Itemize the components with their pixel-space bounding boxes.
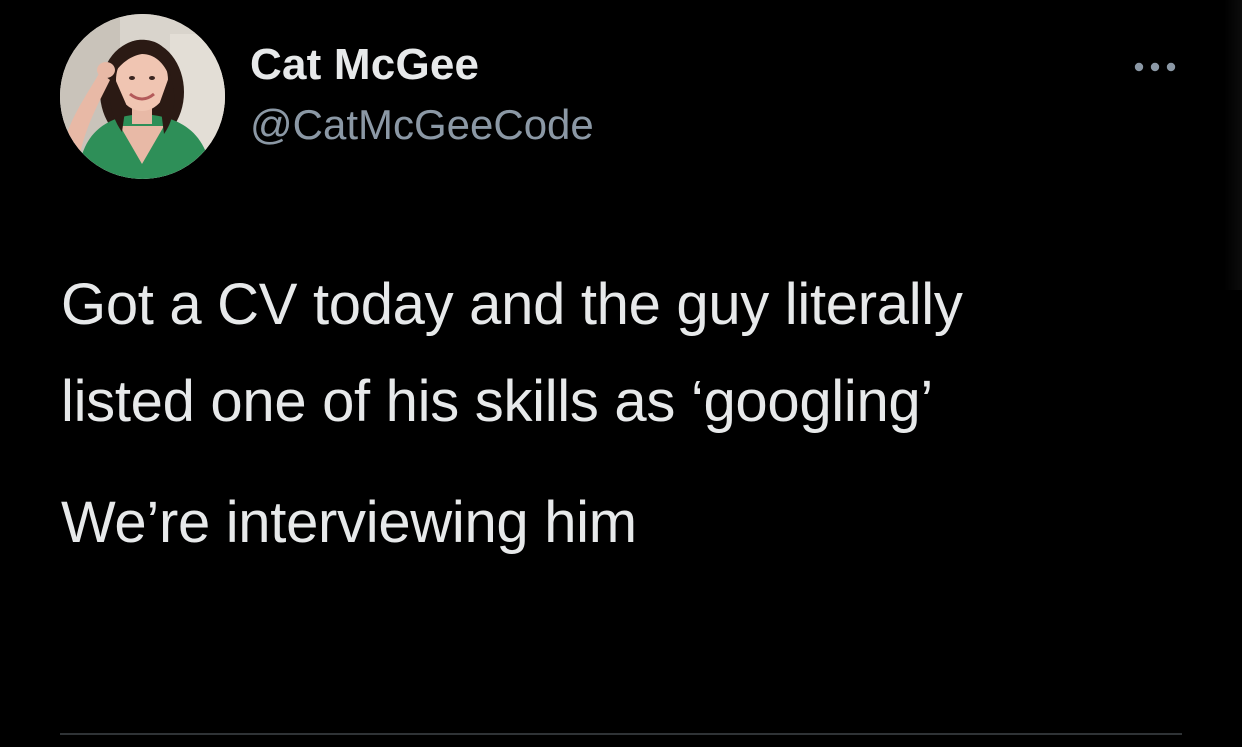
profile-photo-icon bbox=[60, 14, 225, 179]
tweet-text-line: listed one of his skills as ‘googling’ bbox=[61, 369, 933, 434]
divider bbox=[60, 733, 1182, 735]
author-display-name[interactable]: Cat McGee bbox=[250, 40, 479, 90]
avatar[interactable] bbox=[60, 14, 225, 179]
more-options-button[interactable] bbox=[1128, 50, 1182, 84]
scrollbar[interactable] bbox=[1224, 0, 1242, 290]
author-handle[interactable]: @CatMcGeeCode bbox=[250, 101, 594, 149]
tweet-text: Got a CV today and the guy literally lis… bbox=[61, 256, 1201, 571]
tweet-text-line: We’re interviewing him bbox=[61, 490, 637, 555]
tweet: Cat McGee @CatMcGeeCode Got a CV today a… bbox=[0, 0, 1242, 747]
tweet-text-line: Got a CV today and the guy literally bbox=[61, 272, 963, 337]
ellipsis-icon bbox=[1134, 62, 1176, 72]
